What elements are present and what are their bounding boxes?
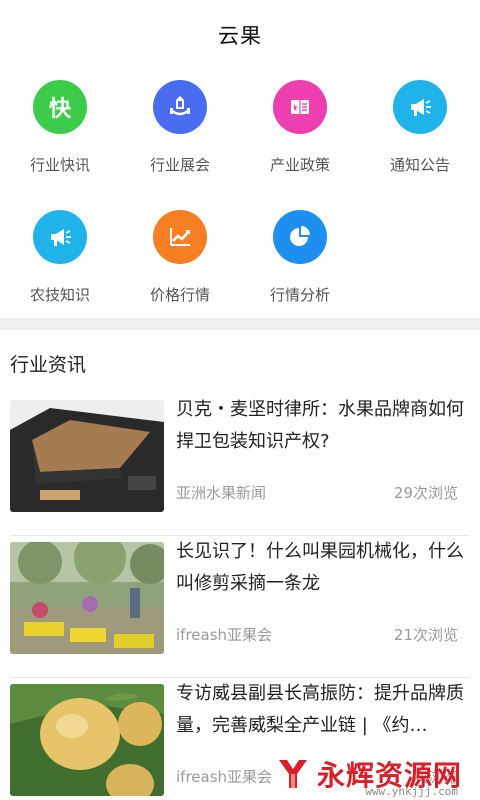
category-policy[interactable]: 产业政策 bbox=[240, 80, 360, 198]
category-agri-knowledge[interactable]: 农技知识 bbox=[0, 210, 120, 328]
news-source: ifreash亚果会 bbox=[176, 626, 273, 644]
watermark-logo-icon bbox=[278, 760, 307, 788]
news-thumbnail bbox=[10, 684, 164, 796]
news-title: 专访威县副县长高振防：提升品牌质量，完善威梨全产业链 | 《约… bbox=[176, 683, 464, 736]
news-item[interactable]: 长见识了！什么叫果园机械化，什么叫修剪采摘一条龙 ifreash亚果会 21次浏… bbox=[10, 536, 470, 678]
industry-news-section: 行业资讯 bbox=[0, 330, 480, 394]
category-label: 行情分析 bbox=[269, 286, 330, 304]
category-label: 行业快讯 bbox=[29, 156, 90, 174]
category-label: 价格行情 bbox=[149, 286, 210, 304]
news-views: 21次浏览 bbox=[393, 626, 458, 644]
page-title: 云果 bbox=[218, 24, 262, 48]
category-analysis[interactable]: 行情分析 bbox=[240, 210, 360, 328]
news-thumbnail bbox=[10, 400, 164, 512]
category-price[interactable]: 价格行情 bbox=[120, 210, 240, 328]
megaphone-icon bbox=[393, 80, 447, 134]
category-label: 农技知识 bbox=[29, 286, 90, 304]
exhibition-icon bbox=[153, 80, 207, 134]
app-header: 云果 bbox=[0, 0, 480, 70]
category-label: 产业政策 bbox=[269, 156, 330, 174]
news-source: 亚洲水果新闻 bbox=[176, 484, 267, 502]
section-title: 行业资讯 bbox=[10, 354, 87, 376]
news-title: 长见识了！什么叫果园机械化，什么叫修剪采摘一条龙 bbox=[176, 541, 464, 594]
price-trend-icon bbox=[153, 210, 207, 264]
news-source: ifreash亚果会 bbox=[176, 768, 273, 786]
policy-book-icon bbox=[273, 80, 327, 134]
pie-chart-icon bbox=[273, 210, 327, 264]
category-label: 行业展会 bbox=[149, 156, 210, 174]
category-notice[interactable]: 通知公告 bbox=[360, 80, 480, 198]
kuai-char-icon: 快 bbox=[33, 80, 87, 134]
section-divider bbox=[0, 318, 480, 330]
news-thumbnail bbox=[10, 542, 164, 654]
news-title: 贝克・麦坚时律所：水果品牌商如何捍卫包装知识产权? bbox=[176, 399, 464, 452]
megaphone-icon bbox=[33, 210, 87, 264]
category-grid: 快 行业快讯 行业展会 产业政策 通知公告 农技知识 价格行情 行情分析 bbox=[0, 70, 480, 328]
news-item[interactable]: 贝克・麦坚时律所：水果品牌商如何捍卫包装知识产权? 亚洲水果新闻 29次浏览 bbox=[10, 394, 470, 536]
category-exhibition[interactable]: 行业展会 bbox=[120, 80, 240, 198]
news-views: 29次浏览 bbox=[393, 484, 458, 502]
category-label: 通知公告 bbox=[389, 156, 450, 174]
category-industry-news[interactable]: 快 行业快讯 bbox=[0, 80, 120, 198]
watermark-url: www.yhkjjj.com bbox=[365, 785, 458, 798]
